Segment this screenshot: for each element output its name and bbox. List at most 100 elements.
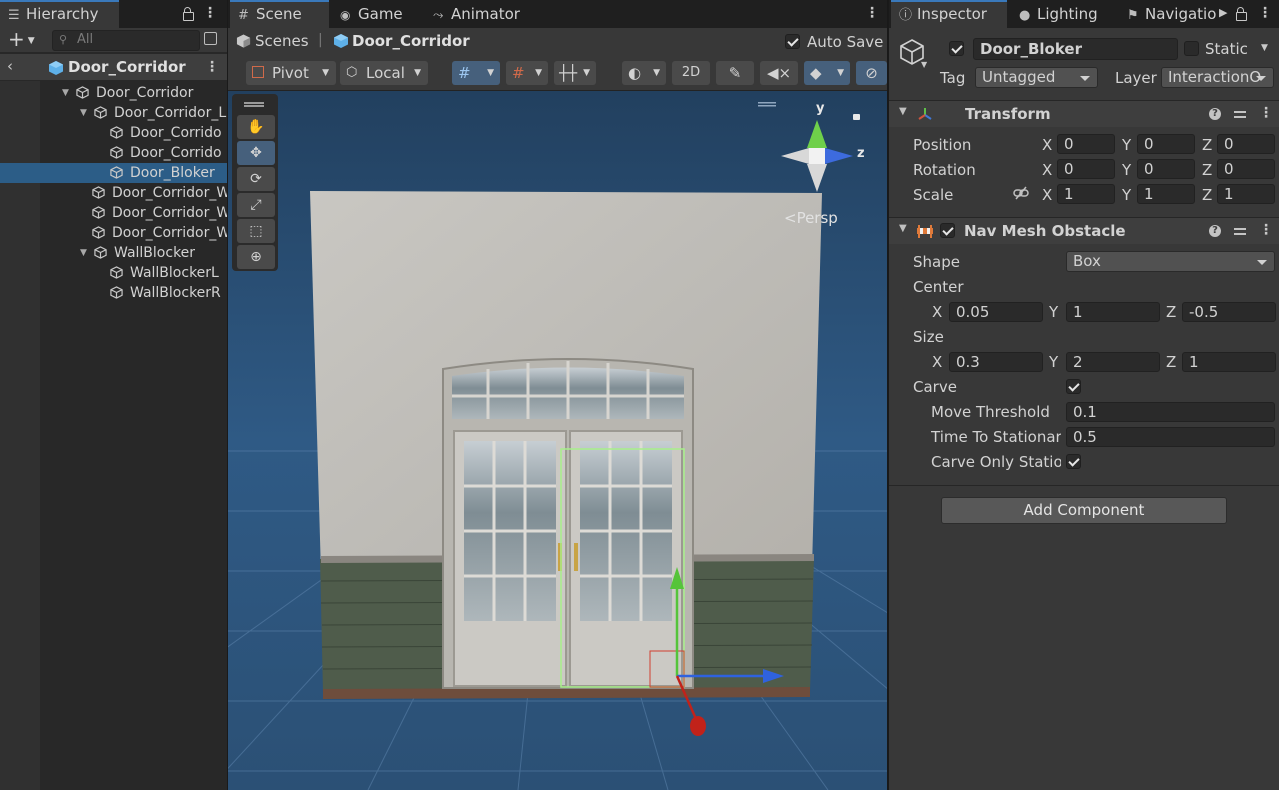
rotate-tool-button[interactable]: ⟳	[237, 167, 275, 191]
inspector-lock-icon[interactable]	[1236, 7, 1247, 21]
shape-dropdown[interactable]: Box	[1066, 251, 1275, 272]
collapse-icon[interactable]: ▼	[899, 106, 907, 117]
axis-label[interactable]: Z	[1166, 303, 1176, 321]
scene-viewport[interactable]: y z <Persp ✋ ✥ ⟳ ⤢ ⬚ ⊕	[228, 91, 887, 790]
axis-label[interactable]: Z	[1202, 161, 1212, 179]
object-name-field[interactable]: Door_Bloker	[973, 38, 1178, 60]
grid-snap-toggle[interactable]: # ▼	[452, 61, 500, 85]
help-icon[interactable]: ?	[1209, 225, 1221, 237]
scale-y-field[interactable]: 1	[1137, 184, 1195, 204]
breadcrumb-scenes[interactable]: Scenes	[255, 32, 309, 50]
2d-toggle[interactable]: 2D	[672, 61, 710, 85]
hierarchy-item[interactable]: Door_Corridor_W	[0, 203, 227, 223]
axis-label[interactable]: Y	[1049, 353, 1058, 371]
move-tool-button[interactable]: ✥	[237, 141, 275, 165]
position-x-field[interactable]: 0	[1057, 134, 1115, 154]
rotation-z-field[interactable]: 0	[1217, 159, 1275, 179]
add-component-button[interactable]: Add Component	[941, 497, 1227, 524]
ruler-toggle[interactable]: ┼┼ ▼	[554, 61, 596, 85]
hierarchy-item[interactable]: ▼ WallBlocker	[0, 243, 227, 263]
center-z-field[interactable]: -0.5	[1182, 302, 1276, 322]
hierarchy-item[interactable]: Door_Corrido	[0, 143, 227, 163]
navmesh-enabled-checkbox[interactable]	[940, 223, 955, 238]
rect-tool-button[interactable]: ⬚	[237, 219, 275, 243]
axis-label[interactable]: X	[932, 353, 942, 371]
back-arrow-icon[interactable]: ‹	[7, 57, 13, 75]
carve-checkbox[interactable]	[1066, 379, 1081, 394]
tab-animator[interactable]: ⤳ Animator	[425, 0, 535, 28]
axis-label[interactable]: X	[1042, 161, 1052, 179]
palette-handle[interactable]	[244, 102, 264, 104]
lighting-toggle[interactable]: ✎	[716, 61, 754, 85]
transform-tool-button[interactable]: ⊕	[237, 245, 275, 269]
position-y-field[interactable]: 0	[1137, 134, 1195, 154]
expand-triangle-icon[interactable]: ▼	[80, 243, 92, 263]
static-checkbox[interactable]	[1184, 41, 1199, 56]
lock-icon[interactable]	[183, 7, 194, 21]
transform-header[interactable]: ▼ Transform ? ⋮	[889, 100, 1279, 127]
projection-label[interactable]: <Persp	[784, 209, 838, 227]
hierarchy-item[interactable]: ▼ Door_Corridor	[0, 83, 227, 103]
hierarchy-item[interactable]: Door_Corrido	[0, 123, 227, 143]
size-x-field[interactable]: 0.3	[949, 352, 1043, 372]
axis-label[interactable]: X	[932, 303, 942, 321]
axis-label[interactable]: Y	[1122, 161, 1131, 179]
audio-toggle[interactable]: ◀×	[760, 61, 798, 85]
tab-game[interactable]: ◉ Game	[332, 0, 422, 28]
auto-save-checkbox[interactable]	[785, 34, 800, 49]
scale-x-field[interactable]: 1	[1057, 184, 1115, 204]
axis-label[interactable]: Y	[1122, 136, 1131, 154]
presets-icon[interactable]	[1234, 225, 1246, 237]
tab-lighting[interactable]: ● Lighting	[1011, 0, 1115, 28]
presets-icon[interactable]	[1234, 108, 1246, 120]
axis-label[interactable]: Y	[1122, 186, 1131, 204]
component-menu-icon[interactable]: ⋮	[1259, 101, 1273, 125]
active-checkbox[interactable]	[949, 41, 964, 56]
add-object-button[interactable]: + ▼	[8, 28, 42, 52]
hierarchy-item[interactable]: Door_Corridor_W	[0, 223, 227, 243]
effects-toggle[interactable]: ◆ ▼	[804, 61, 850, 85]
tag-dropdown[interactable]: Untagged	[975, 67, 1098, 88]
hierarchy-item[interactable]: ▼ Door_Corridor_L	[0, 103, 227, 123]
inspector-more-icon[interactable]: ⋮	[1258, 0, 1272, 26]
gizmo-lock-icon[interactable]	[853, 114, 860, 120]
pivot-dropdown[interactable]: Pivot ▼	[246, 61, 336, 85]
tab-inspector[interactable]: ⓘ Inspector	[891, 0, 1007, 28]
axis-label[interactable]: Y	[1049, 303, 1058, 321]
tab-hierarchy[interactable]: ☰ Hierarchy	[0, 0, 119, 28]
rotation-x-field[interactable]: 0	[1057, 159, 1115, 179]
axis-label[interactable]: Z	[1166, 353, 1176, 371]
hierarchy-search-input[interactable]: ⚲ All	[52, 30, 200, 51]
scene-options-icon[interactable]: ⋮	[205, 54, 219, 80]
hierarchy-item[interactable]: Door_Corridor_W	[0, 183, 227, 203]
tab-navigation[interactable]: ⚑ Navigatio	[1119, 0, 1219, 28]
hand-tool-button[interactable]: ✋	[237, 115, 275, 139]
rotation-y-field[interactable]: 0	[1137, 159, 1195, 179]
navmesh-obstacle-header[interactable]: ▼ Nav Mesh Obstacle ? ⋮	[889, 217, 1279, 244]
hierarchy-item[interactable]: WallBlockerL	[0, 263, 227, 283]
component-menu-icon[interactable]: ⋮	[1259, 218, 1273, 242]
more-options-icon[interactable]: ⋮	[203, 0, 217, 26]
axis-label[interactable]: Z	[1202, 186, 1212, 204]
layer-dropdown[interactable]: InteractionO	[1161, 67, 1274, 88]
expand-triangle-icon[interactable]: ▼	[80, 103, 92, 123]
hierarchy-item[interactable]: Door_Bloker	[0, 163, 227, 183]
size-y-field[interactable]: 2	[1066, 352, 1160, 372]
icon-dropdown-icon[interactable]: ▼	[921, 60, 927, 69]
visibility-toggle[interactable]: ⊘	[856, 61, 887, 85]
local-dropdown[interactable]: ⬡ Local ▼	[340, 61, 428, 85]
time-to-stationary-field[interactable]: 0.5	[1066, 427, 1275, 447]
hierarchy-item[interactable]: WallBlockerR	[0, 283, 227, 303]
scale-tool-button[interactable]: ⤢	[237, 193, 275, 217]
increment-snap-toggle[interactable]: # ▼	[506, 61, 548, 85]
constrain-proportions-icon[interactable]	[1013, 186, 1029, 200]
tab-scene[interactable]: # Scene	[230, 0, 329, 28]
help-icon[interactable]: ?	[1209, 108, 1221, 120]
collapse-icon[interactable]: ▼	[899, 223, 907, 234]
static-dropdown-icon[interactable]: ▼	[1261, 43, 1268, 53]
axis-label[interactable]: X	[1042, 186, 1052, 204]
scene-header-row[interactable]: ‹ Door_Corridor ⋮	[0, 54, 227, 80]
scene-more-icon[interactable]: ⋮	[865, 0, 879, 26]
tab-overflow-icon[interactable]: ▶	[1219, 6, 1227, 19]
search-options-icon[interactable]	[204, 32, 217, 45]
